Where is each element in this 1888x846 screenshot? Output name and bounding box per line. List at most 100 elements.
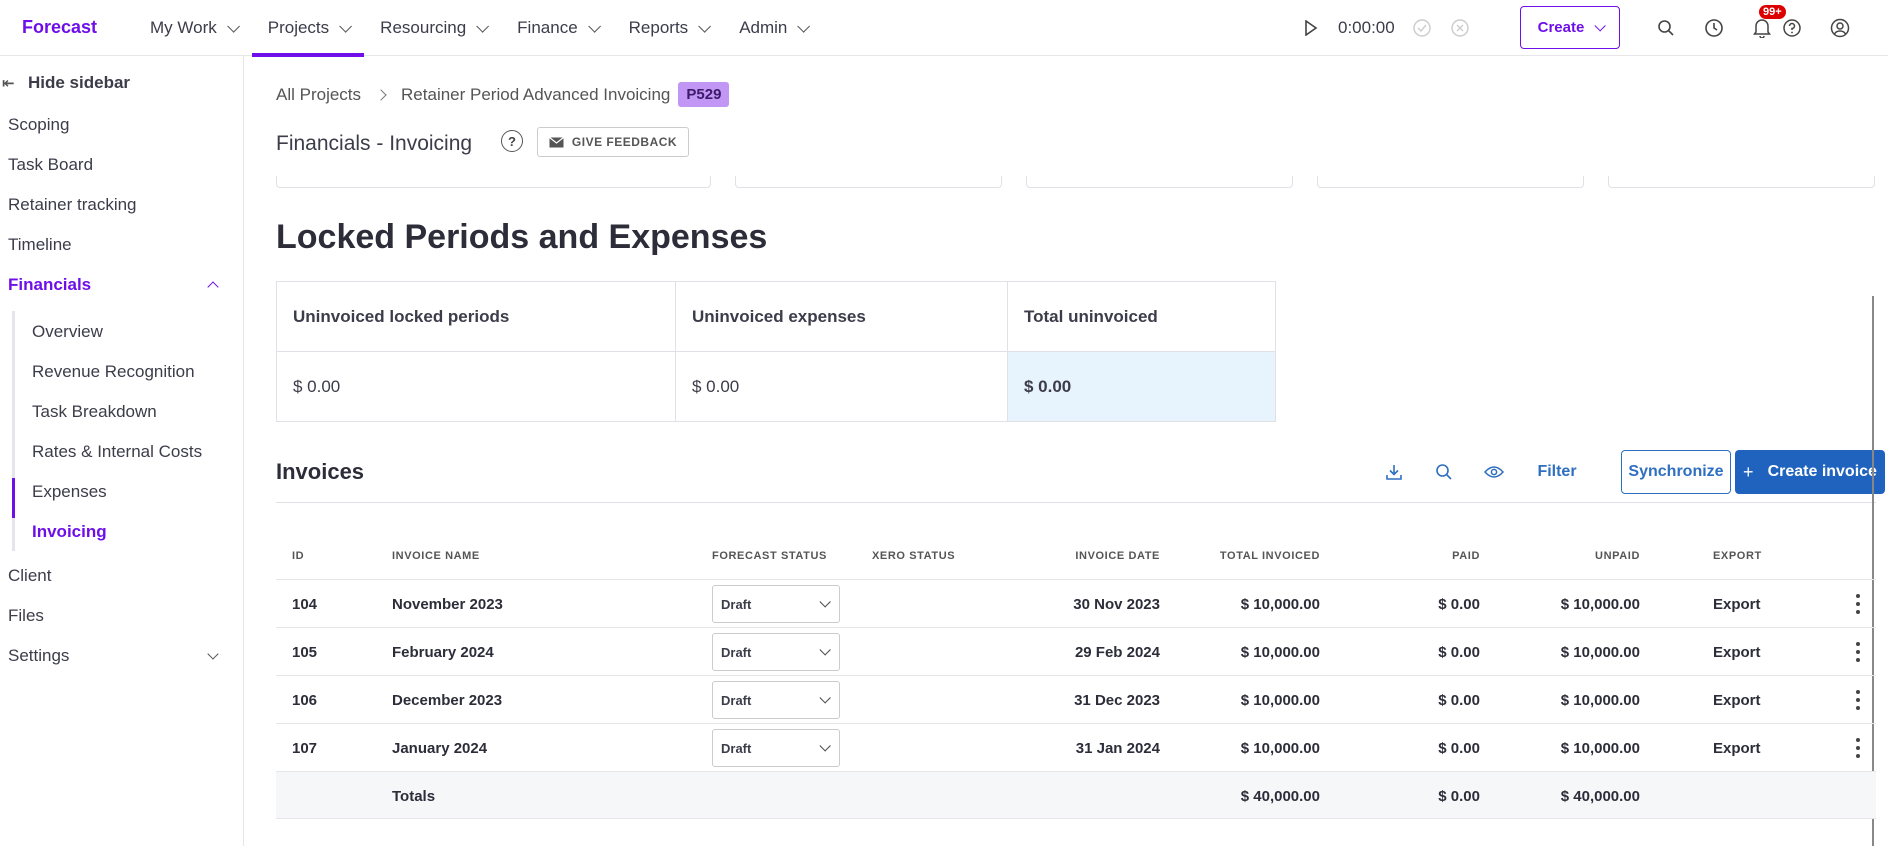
main-content: All Projects Retainer Period Advanced In…: [276, 56, 1888, 846]
nav-finance[interactable]: Finance: [501, 0, 612, 56]
hide-sidebar-button[interactable]: ⇤ Hide sidebar: [0, 68, 130, 98]
chevron-down-icon: [819, 644, 831, 656]
create-invoice-button[interactable]: + Create invoice: [1735, 450, 1885, 494]
sidebar-item-files[interactable]: Files: [8, 601, 44, 631]
nav-my-work[interactable]: My Work: [134, 0, 252, 56]
sidebar-item-financials[interactable]: Financials: [8, 270, 91, 300]
table-row[interactable]: 106 December 2023 Draft 31 Dec 2023 $ 10…: [276, 675, 1876, 723]
col-invoice-date[interactable]: INVOICE DATE: [1046, 550, 1160, 562]
more-options-icon[interactable]: [1856, 594, 1860, 614]
breadcrumb-project[interactable]: Retainer Period Advanced Invoicing: [401, 85, 670, 105]
sidebar-item-timeline[interactable]: Timeline: [8, 230, 72, 260]
forecast-logo[interactable]: Forecast: [22, 17, 97, 38]
summary-card: [735, 176, 1002, 188]
export-link[interactable]: Export: [1713, 676, 1761, 724]
invoice-name[interactable]: November 2023: [392, 580, 503, 628]
total-invoiced: $ 10,000.00: [1240, 595, 1320, 613]
export-link[interactable]: Export: [1713, 580, 1761, 628]
nav-reports[interactable]: Reports: [613, 0, 724, 56]
sidebar-item-invoicing[interactable]: Invoicing: [32, 517, 107, 547]
table-row[interactable]: 105 February 2024 Draft 29 Feb 2024 $ 10…: [276, 627, 1876, 675]
create-button[interactable]: Create: [1520, 6, 1620, 49]
table-row[interactable]: 107 January 2024 Draft 31 Jan 2024 $ 10,…: [276, 723, 1876, 771]
invoice-date: 30 Nov 2023: [1073, 595, 1160, 613]
sidebar-item-expenses[interactable]: Expenses: [32, 477, 107, 507]
chevron-down-icon: [797, 19, 811, 33]
header-uninvoiced-expenses: Uninvoiced expenses: [676, 282, 1008, 352]
export-link[interactable]: Export: [1713, 628, 1761, 676]
chevron-down-icon: [698, 19, 712, 33]
invoice-name[interactable]: January 2024: [392, 724, 487, 772]
forecast-status-select[interactable]: Draft: [712, 681, 840, 719]
give-feedback-button[interactable]: GIVE FEEDBACK: [537, 127, 689, 157]
invoice-id: 104: [292, 595, 318, 613]
sidebar-item-rates[interactable]: Rates & Internal Costs: [32, 437, 202, 467]
chevron-down-icon[interactable]: [207, 648, 219, 660]
forecast-status-select[interactable]: Draft: [712, 633, 840, 671]
filter-button[interactable]: Filter: [1519, 450, 1595, 494]
forecast-status-select[interactable]: Draft: [712, 729, 840, 767]
sidebar-item-retainer-tracking[interactable]: Retainer tracking: [8, 190, 137, 220]
clock-icon[interactable]: [1703, 17, 1725, 39]
user-avatar-icon[interactable]: [1829, 17, 1851, 39]
sidebar-item-task-board[interactable]: Task Board: [8, 150, 93, 180]
more-options-icon[interactable]: [1856, 690, 1860, 710]
chevron-down-icon: [339, 19, 353, 33]
bell-icon[interactable]: 99+: [1751, 5, 1786, 39]
col-paid[interactable]: PAID: [1380, 550, 1480, 562]
header-total-uninvoiced: Total uninvoiced: [1008, 282, 1275, 352]
help-icon[interactable]: ?: [501, 130, 523, 152]
forecast-status-select[interactable]: Draft: [712, 585, 840, 623]
col-total-invoiced[interactable]: TOTAL INVOICED: [1200, 550, 1320, 562]
nav-projects[interactable]: Projects: [251, 0, 365, 57]
chevron-down-icon: [476, 19, 490, 33]
chevron-down-icon: [819, 596, 831, 608]
synchronize-button[interactable]: Synchronize: [1621, 450, 1731, 494]
chevron-up-icon[interactable]: [207, 281, 219, 293]
sidebar-item-task-breakdown[interactable]: Task Breakdown: [32, 397, 157, 427]
nav-admin[interactable]: Admin: [723, 0, 822, 56]
invoice-name[interactable]: February 2024: [392, 628, 494, 676]
sidebar-item-client[interactable]: Client: [8, 561, 51, 591]
col-id[interactable]: ID: [292, 550, 304, 562]
summary-card: [1317, 176, 1584, 188]
chevron-down-icon: [819, 740, 831, 752]
breadcrumb-all-projects[interactable]: All Projects: [276, 85, 361, 105]
nav-resourcing[interactable]: Resourcing: [364, 0, 501, 56]
notification-badge: 99+: [1759, 5, 1786, 19]
totals-paid: $ 0.00: [1438, 787, 1480, 805]
play-icon[interactable]: [1300, 17, 1322, 39]
sidebar-item-settings[interactable]: Settings: [8, 641, 69, 671]
chevron-down-icon: [1594, 19, 1607, 32]
chevron-down-icon: [587, 19, 601, 33]
paid: $ 0.00: [1438, 643, 1480, 661]
help-icon[interactable]: [1781, 17, 1803, 39]
invoice-name[interactable]: December 2023: [392, 676, 502, 724]
top-bar: Forecast My Work Projects Resourcing Fin…: [0, 0, 1888, 57]
col-forecast-status[interactable]: FORECAST STATUS: [712, 550, 827, 562]
table-row[interactable]: 104 November 2023 Draft 30 Nov 2023 $ 10…: [276, 579, 1876, 627]
download-icon[interactable]: [1369, 450, 1419, 494]
col-unpaid[interactable]: UNPAID: [1520, 550, 1640, 562]
sidebar-item-scoping[interactable]: Scoping: [8, 110, 69, 140]
total-invoiced: $ 10,000.00: [1240, 691, 1320, 709]
col-export[interactable]: EXPORT: [1713, 550, 1762, 562]
more-options-icon[interactable]: [1856, 738, 1860, 758]
summary-card: [1608, 176, 1875, 188]
more-options-icon[interactable]: [1856, 642, 1860, 662]
project-id-badge: P529: [678, 82, 730, 107]
col-xero-status[interactable]: XERO STATUS: [872, 550, 955, 562]
unpaid: $ 10,000.00: [1560, 739, 1640, 757]
col-invoice-name[interactable]: INVOICE NAME: [392, 550, 480, 562]
sidebar-item-overview[interactable]: Overview: [32, 317, 103, 347]
check-circle-icon[interactable]: [1411, 17, 1433, 39]
eye-icon[interactable]: [1469, 450, 1519, 494]
cancel-circle-icon[interactable]: [1449, 17, 1471, 39]
sidebar: ⇤ Hide sidebar Scoping Task Board Retain…: [0, 56, 244, 846]
sidebar-item-revenue-recognition[interactable]: Revenue Recognition: [32, 357, 195, 387]
export-link[interactable]: Export: [1713, 724, 1761, 772]
search-icon[interactable]: [1655, 17, 1677, 39]
summary-card: [276, 176, 711, 188]
totals-invoiced: $ 40,000.00: [1240, 787, 1320, 805]
search-icon[interactable]: [1419, 450, 1469, 494]
